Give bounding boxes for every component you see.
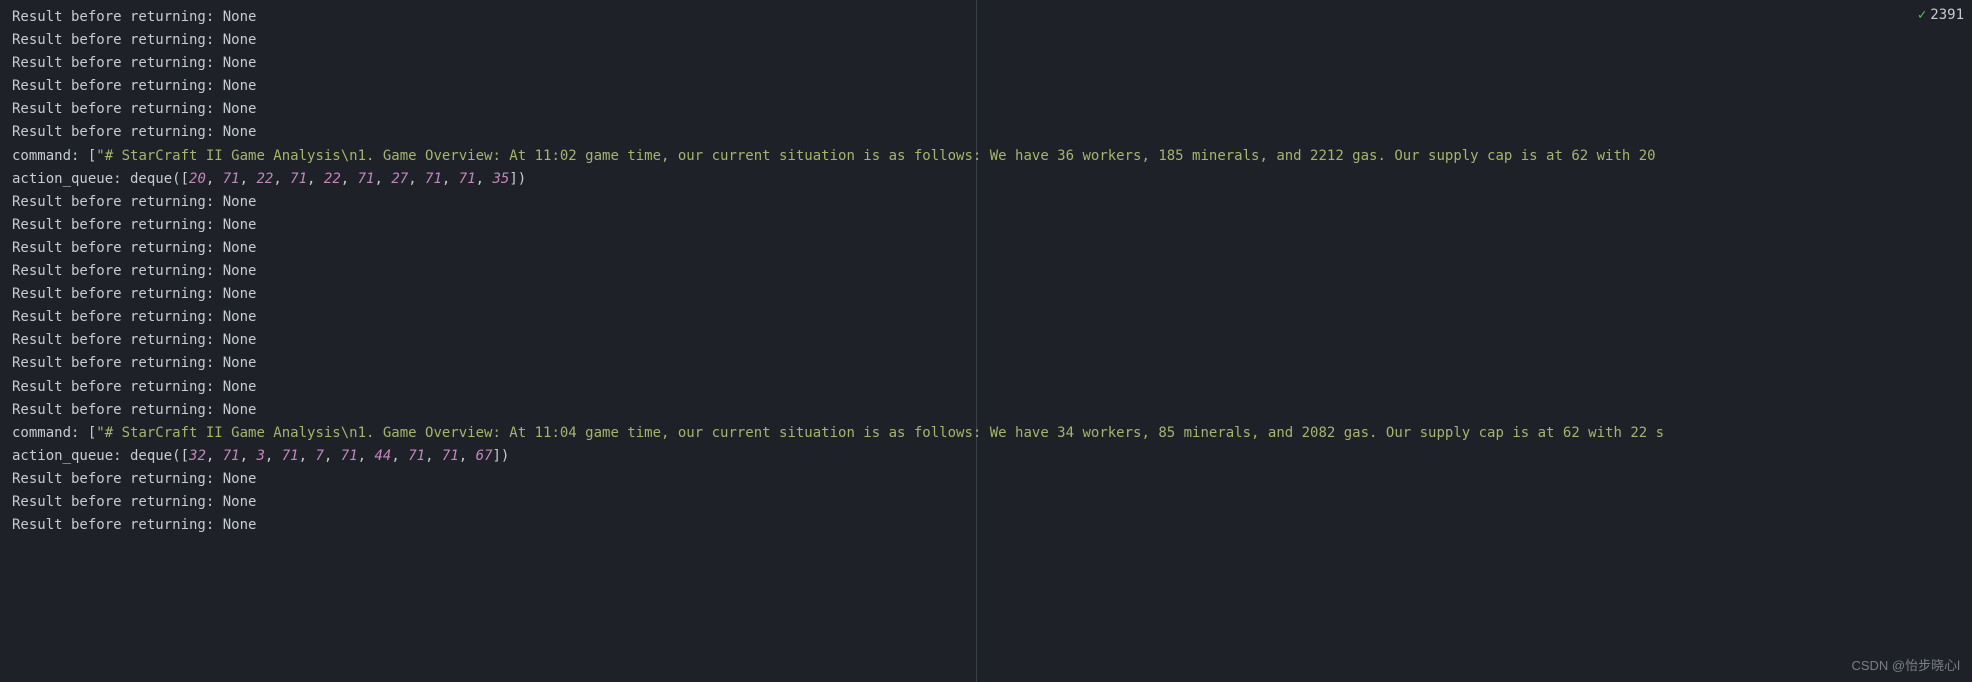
console-line: Result before returning: None (12, 329, 1960, 352)
queue-value: 71 (425, 171, 442, 187)
command-prefix: command: [ (12, 148, 96, 164)
console-line: command: ["# StarCraft II Game Analysis\… (12, 145, 1960, 168)
console-line: Result before returning: None (12, 121, 1960, 144)
queue-value: 71 (358, 171, 375, 187)
result-text: Result before returning: None (12, 263, 256, 279)
queue-value: 35 (492, 171, 509, 187)
action-queue-suffix: ]) (493, 448, 510, 464)
queue-value: 71 (282, 448, 299, 464)
queue-value: 71 (223, 448, 240, 464)
watermark: CSDN @怡步晓心l (1851, 655, 1960, 676)
result-text: Result before returning: None (12, 332, 256, 348)
queue-value: 71 (290, 171, 307, 187)
console-line: Result before returning: None (12, 98, 1960, 121)
result-text: Result before returning: None (12, 194, 256, 210)
console-line: Result before returning: None (12, 6, 1960, 29)
command-string: "# StarCraft II Game Analysis\n1. Game O… (96, 425, 1664, 441)
console-line: action_queue: deque([32, 71, 3, 71, 7, 7… (12, 445, 1960, 468)
result-text: Result before returning: None (12, 55, 256, 71)
queue-value: 22 (324, 171, 341, 187)
queue-value: 22 (256, 171, 273, 187)
command-string: "# StarCraft II Game Analysis\n1. Game O… (96, 148, 1655, 164)
console-line: Result before returning: None (12, 260, 1960, 283)
console-line: Result before returning: None (12, 514, 1960, 537)
queue-value: 32 (189, 448, 206, 464)
console-line: Result before returning: None (12, 352, 1960, 375)
console-line: Result before returning: None (12, 306, 1960, 329)
result-text: Result before returning: None (12, 101, 256, 117)
result-text: Result before returning: None (12, 494, 256, 510)
console-output: Result before returning: None Result befo… (0, 0, 1972, 543)
queue-value: 67 (476, 448, 493, 464)
console-line: Result before returning: None (12, 214, 1960, 237)
result-text: Result before returning: None (12, 517, 256, 533)
result-text: Result before returning: None (12, 286, 256, 302)
console-line: Result before returning: None (12, 283, 1960, 306)
result-text: Result before returning: None (12, 9, 256, 25)
result-text: Result before returning: None (12, 355, 256, 371)
console-line: command: ["# StarCraft II Game Analysis\… (12, 422, 1960, 445)
result-text: Result before returning: None (12, 471, 256, 487)
action-queue-prefix: action_queue: deque([ (12, 448, 189, 464)
result-text: Result before returning: None (12, 402, 256, 418)
result-text: Result before returning: None (12, 240, 256, 256)
console-line: Result before returning: None (12, 491, 1960, 514)
queue-value: 20 (189, 171, 206, 187)
console-line: action_queue: deque([20, 71, 22, 71, 22,… (12, 168, 1960, 191)
result-text: Result before returning: None (12, 124, 256, 140)
queue-value: 71 (442, 448, 459, 464)
queue-value: 3 (256, 448, 264, 464)
console-line: Result before returning: None (12, 191, 1960, 214)
console-line: Result before returning: None (12, 399, 1960, 422)
console-line: Result before returning: None (12, 468, 1960, 491)
console-line: Result before returning: None (12, 376, 1960, 399)
result-text: Result before returning: None (12, 217, 256, 233)
queue-value: 71 (223, 171, 240, 187)
console-line: Result before returning: None (12, 75, 1960, 98)
console-line: Result before returning: None (12, 237, 1960, 260)
action-queue-suffix: ]) (509, 171, 526, 187)
console-line: Result before returning: None (12, 52, 1960, 75)
console-line: Result before returning: None (12, 29, 1960, 52)
queue-value: 71 (341, 448, 358, 464)
result-text: Result before returning: None (12, 379, 256, 395)
result-text: Result before returning: None (12, 78, 256, 94)
command-prefix: command: [ (12, 425, 96, 441)
action-queue-prefix: action_queue: deque([ (12, 171, 189, 187)
queue-value: 27 (391, 171, 408, 187)
result-text: Result before returning: None (12, 32, 256, 48)
result-text: Result before returning: None (12, 309, 256, 325)
queue-value: 44 (374, 448, 391, 464)
queue-value: 71 (459, 171, 476, 187)
queue-value: 71 (408, 448, 425, 464)
queue-value: 7 (315, 448, 323, 464)
